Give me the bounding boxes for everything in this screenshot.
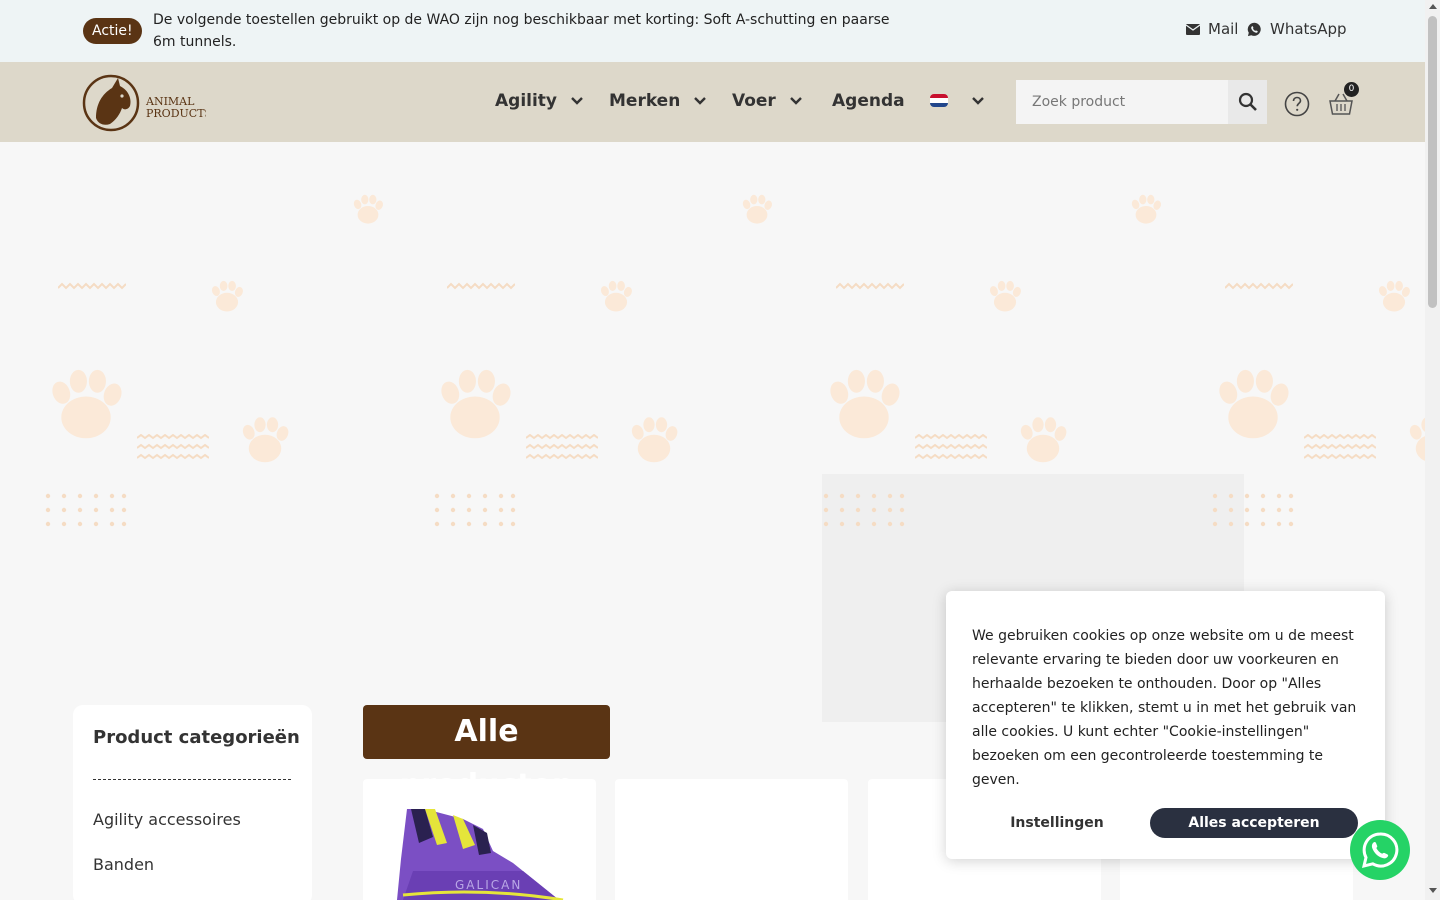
whatsapp-label: WhatsApp <box>1270 20 1347 38</box>
paw-print-icon <box>240 417 290 463</box>
wave-decoration <box>58 282 126 290</box>
wave-decoration <box>526 434 598 460</box>
nav-merken-label: Merken <box>609 91 681 111</box>
mail-link[interactable]: Mail <box>1186 20 1238 38</box>
cookie-message: We gebruiken cookies op onze website om … <box>972 628 1357 788</box>
promo-badge: Actie! <box>83 18 142 44</box>
search-button[interactable] <box>1228 80 1267 124</box>
cookie-settings-button[interactable]: Instellingen <box>976 808 1138 838</box>
paw-print-icon <box>438 369 513 439</box>
product-brand-text: GALICAN <box>455 878 522 892</box>
scroll-up-arrow-icon[interactable] <box>1429 4 1437 9</box>
chevron-down-icon <box>789 97 802 105</box>
mail-label: Mail <box>1208 20 1239 38</box>
search-icon <box>1238 92 1257 111</box>
paw-print-icon <box>49 369 124 439</box>
paw-print-icon <box>827 369 902 439</box>
dot-grid-decoration <box>1212 493 1294 527</box>
paw-print-icon <box>988 280 1022 312</box>
dot-grid-decoration <box>823 493 905 527</box>
category-link[interactable]: Agility accessoires <box>93 810 241 829</box>
horse-logo-icon: ANIMAL PRODUCTS <box>82 74 212 132</box>
chevron-down-icon <box>694 97 707 105</box>
nav-merken[interactable]: Merken <box>609 91 707 111</box>
help-icon[interactable] <box>1284 91 1310 117</box>
whatsapp-icon <box>1361 832 1399 869</box>
paw-print-icon <box>1407 417 1425 463</box>
announcement-text: De volgende toestellen gebruikt op de WA… <box>153 12 890 50</box>
category-link[interactable]: Banden <box>93 855 154 874</box>
paw-print-icon <box>1216 369 1291 439</box>
wave-decoration <box>137 434 209 460</box>
paw-print-icon <box>1377 280 1411 312</box>
nav-agility-label: Agility <box>495 91 558 111</box>
cart-count-badge: 0 <box>1344 82 1359 97</box>
wave-decoration <box>836 282 904 290</box>
scroll-down-arrow-icon[interactable] <box>1429 888 1437 893</box>
search-input[interactable] <box>1016 80 1228 124</box>
wave-decoration <box>915 434 987 460</box>
sidebar-title: Product categorieën <box>93 727 300 748</box>
whatsapp-icon <box>1247 22 1261 36</box>
products-title: Alle producten <box>363 705 610 803</box>
scrollbar-thumb[interactable] <box>1428 16 1437 308</box>
chevron-down-icon <box>571 97 583 105</box>
nav-agility[interactable]: Agility <box>495 91 583 111</box>
paw-print-icon <box>352 194 384 224</box>
whatsapp-float-button[interactable] <box>1350 820 1410 880</box>
product-card[interactable] <box>615 779 848 900</box>
whatsapp-link[interactable]: WhatsApp <box>1247 20 1347 38</box>
paw-print-icon <box>1130 194 1162 224</box>
dot-grid-decoration <box>45 493 127 527</box>
paw-print-icon <box>741 194 773 224</box>
category-sidebar: Product categorieën Agility accessoires … <box>73 705 312 900</box>
wave-decoration <box>1304 434 1376 460</box>
nav-voer[interactable]: Voer <box>732 91 802 111</box>
paw-print-icon <box>629 417 679 463</box>
nav-voer-label: Voer <box>732 91 776 111</box>
mail-icon <box>1186 23 1200 35</box>
accept-all-cookies-button[interactable]: Alles accepteren <box>1150 808 1358 838</box>
nav-agenda[interactable]: Agenda <box>832 91 905 111</box>
dot-grid-decoration <box>434 493 516 527</box>
dutch-flag-icon <box>930 94 948 107</box>
wave-decoration <box>447 282 515 290</box>
site-header: ANIMAL PRODUCTS Agility Merken Voer Agen… <box>0 62 1425 142</box>
page-scrollbar[interactable] <box>1425 0 1440 900</box>
paw-print-icon <box>599 280 633 312</box>
nav-agenda-label: Agenda <box>832 91 905 111</box>
logo-text-products: PRODUCTS <box>146 107 206 120</box>
chevron-down-icon <box>972 96 984 105</box>
cookie-consent-dialog: We gebruiken cookies op onze website om … <box>946 591 1385 859</box>
paw-print-icon <box>1018 417 1068 463</box>
product-card[interactable]: GALICAN <box>363 779 596 900</box>
paw-print-icon <box>210 280 244 312</box>
sidebar-divider <box>93 779 291 780</box>
product-image: GALICAN <box>397 809 564 900</box>
site-logo[interactable]: ANIMAL PRODUCTS <box>82 70 212 134</box>
announcement-bar: Actie! De volgende toestellen gebruikt o… <box>0 0 1425 62</box>
wave-decoration <box>1225 282 1293 290</box>
language-switcher[interactable] <box>930 94 984 107</box>
